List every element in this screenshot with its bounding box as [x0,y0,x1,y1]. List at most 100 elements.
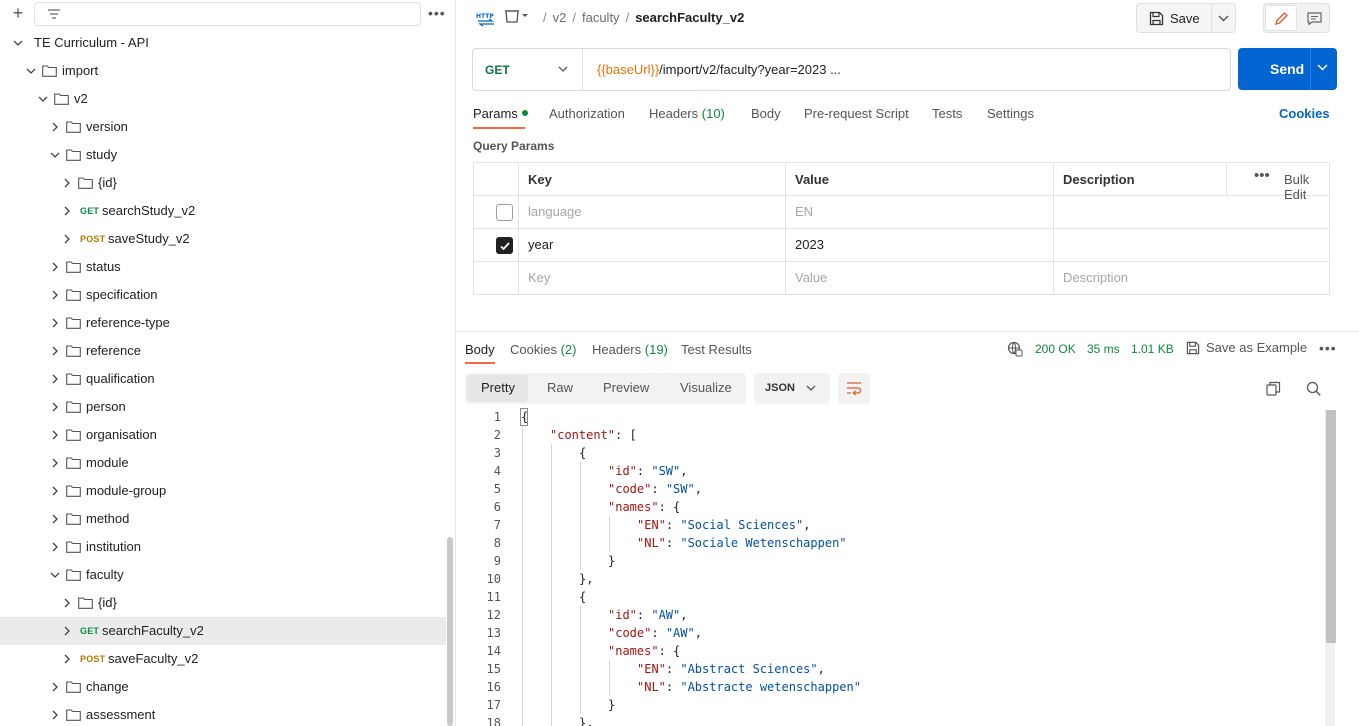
chevron-down-icon[interactable] [50,570,60,580]
tab-authorization[interactable]: Authorization [549,106,625,121]
tree-request-item[interactable]: POST saveStudy_v2 [0,225,446,253]
response-time[interactable]: 35 ms [1087,342,1120,356]
tab-body[interactable]: Body [751,106,781,121]
cookies-link[interactable]: Cookies [1279,106,1330,121]
chevron-right-icon[interactable] [50,486,60,496]
param-key[interactable]: year [519,229,786,261]
chevron-right-icon[interactable] [50,710,60,720]
tree-folder-item[interactable]: module [0,449,446,477]
tree-folder-item[interactable]: institution [0,533,446,561]
response-size[interactable]: 1.01 KB [1131,342,1174,356]
chevron-right-icon[interactable] [50,682,60,692]
tree-folder-item[interactable]: method [0,505,446,533]
tree-folder-item[interactable]: person [0,393,446,421]
tree-request-item[interactable]: GET searchFaculty_v2 [0,617,446,645]
tab-headers[interactable]: Headers (10) [649,106,725,121]
tree-folder-item[interactable]: qualification [0,365,446,393]
tab-pre-request-script[interactable]: Pre-request Script [804,106,909,121]
wrap-lines-button[interactable] [838,373,870,404]
chevron-right-icon[interactable] [50,458,60,468]
tree-request-item[interactable]: GET searchStudy_v2 [0,197,446,225]
request-name[interactable]: searchFaculty_v2 [635,10,744,25]
chevron-right-icon[interactable] [62,178,72,188]
chevron-right-icon[interactable] [50,402,60,412]
param-description[interactable] [1054,196,1329,228]
more-options-icon[interactable]: ••• [1319,340,1337,356]
breadcrumb-item[interactable]: v2 [553,10,567,25]
chevron-right-icon[interactable] [50,318,60,328]
chevron-down-icon[interactable] [13,38,23,48]
tree-folder-item[interactable]: version [0,113,446,141]
chevron-right-icon[interactable] [62,206,72,216]
tab-test-results[interactable]: Test Results [681,342,752,357]
param-description[interactable] [1054,229,1329,261]
save-button[interactable]: Save [1136,3,1212,33]
chevron-down-icon[interactable] [50,150,60,160]
chevron-down-icon[interactable] [38,94,48,104]
chevron-right-icon[interactable] [50,290,60,300]
tree-folder-item[interactable]: module-group [0,477,446,505]
tree-folder-item[interactable]: {id} [0,169,446,197]
param-value[interactable]: EN [786,196,1054,228]
chevron-right-icon[interactable] [50,374,60,384]
chevron-right-icon[interactable] [50,430,60,440]
tree-folder-item[interactable]: v2 [0,85,446,113]
format-visualize[interactable]: Visualize [680,380,732,395]
param-checkbox[interactable] [496,237,513,254]
format-raw[interactable]: Raw [547,380,573,395]
tree-folder-item[interactable]: assessment [0,701,446,726]
tree-folder-item[interactable]: import [0,57,446,85]
status-code[interactable]: 200 OK [1035,342,1076,356]
tree-folder-item[interactable]: faculty [0,561,446,589]
tree-folder-item[interactable]: study [0,141,446,169]
chevron-right-icon[interactable] [62,626,72,636]
collection-icon[interactable] [504,8,530,26]
tree-folder-item[interactable]: specification [0,281,446,309]
chevron-down-icon[interactable] [26,66,36,76]
tree-folder-item[interactable]: change [0,673,446,701]
tree-folder-item[interactable]: {id} [0,589,446,617]
chevron-down-icon[interactable] [1317,64,1328,71]
sidebar-scrollbar[interactable] [447,537,453,726]
plus-icon[interactable]: + [9,4,27,23]
edit-mode-button[interactable] [1265,5,1297,31]
new-param-key[interactable]: Key [519,262,786,294]
param-key[interactable]: language [519,196,786,228]
tree-folder-item[interactable]: reference [0,337,446,365]
copy-icon[interactable] [1266,381,1281,396]
method-select[interactable]: GET [473,49,583,90]
chevron-right-icon[interactable] [62,234,72,244]
chevron-right-icon[interactable] [50,346,60,356]
tab-response-headers[interactable]: Headers (19) [592,342,668,357]
tree-folder-item[interactable]: organisation [0,421,446,449]
code-scrollbar-thumb[interactable] [1326,410,1336,643]
tab-settings[interactable]: Settings [987,106,1034,121]
tree-folder-item[interactable]: reference-type [0,309,446,337]
new-param-value[interactable]: Value [786,262,1054,294]
tree-folder-item[interactable]: status [0,253,446,281]
search-icon[interactable] [1306,381,1321,396]
more-options-icon[interactable]: ••• [1254,167,1270,184]
param-checkbox[interactable] [496,204,513,221]
tree-request-item[interactable]: POST saveFaculty_v2 [0,645,446,673]
format-pretty[interactable]: Pretty [481,380,515,395]
chevron-right-icon[interactable] [50,262,60,272]
language-select[interactable]: JSON [754,373,830,404]
tab-response-cookies[interactable]: Cookies (2) [510,342,576,357]
filter-input[interactable] [34,2,421,26]
tree-folder-item[interactable]: TE Curriculum - API [0,29,446,57]
chevron-right-icon[interactable] [50,122,60,132]
response-body-code[interactable]: 1{2 "content": [3{4 "id": "SW", 5 "code": "S… [457,408,1339,726]
param-value[interactable]: 2023 [786,229,1054,261]
new-param-description[interactable]: Description [1054,262,1329,294]
chevron-right-icon[interactable] [62,654,72,664]
tab-response-body[interactable]: Body [465,342,495,357]
chevron-right-icon[interactable] [62,598,72,608]
format-preview[interactable]: Preview [603,380,649,395]
more-options-icon[interactable]: ••• [428,5,446,21]
breadcrumb-item[interactable]: faculty [582,10,620,25]
chevron-right-icon[interactable] [50,514,60,524]
tab-params[interactable]: Params [473,106,528,121]
save-options-dropdown[interactable] [1212,3,1236,33]
tab-tests[interactable]: Tests [932,106,962,121]
